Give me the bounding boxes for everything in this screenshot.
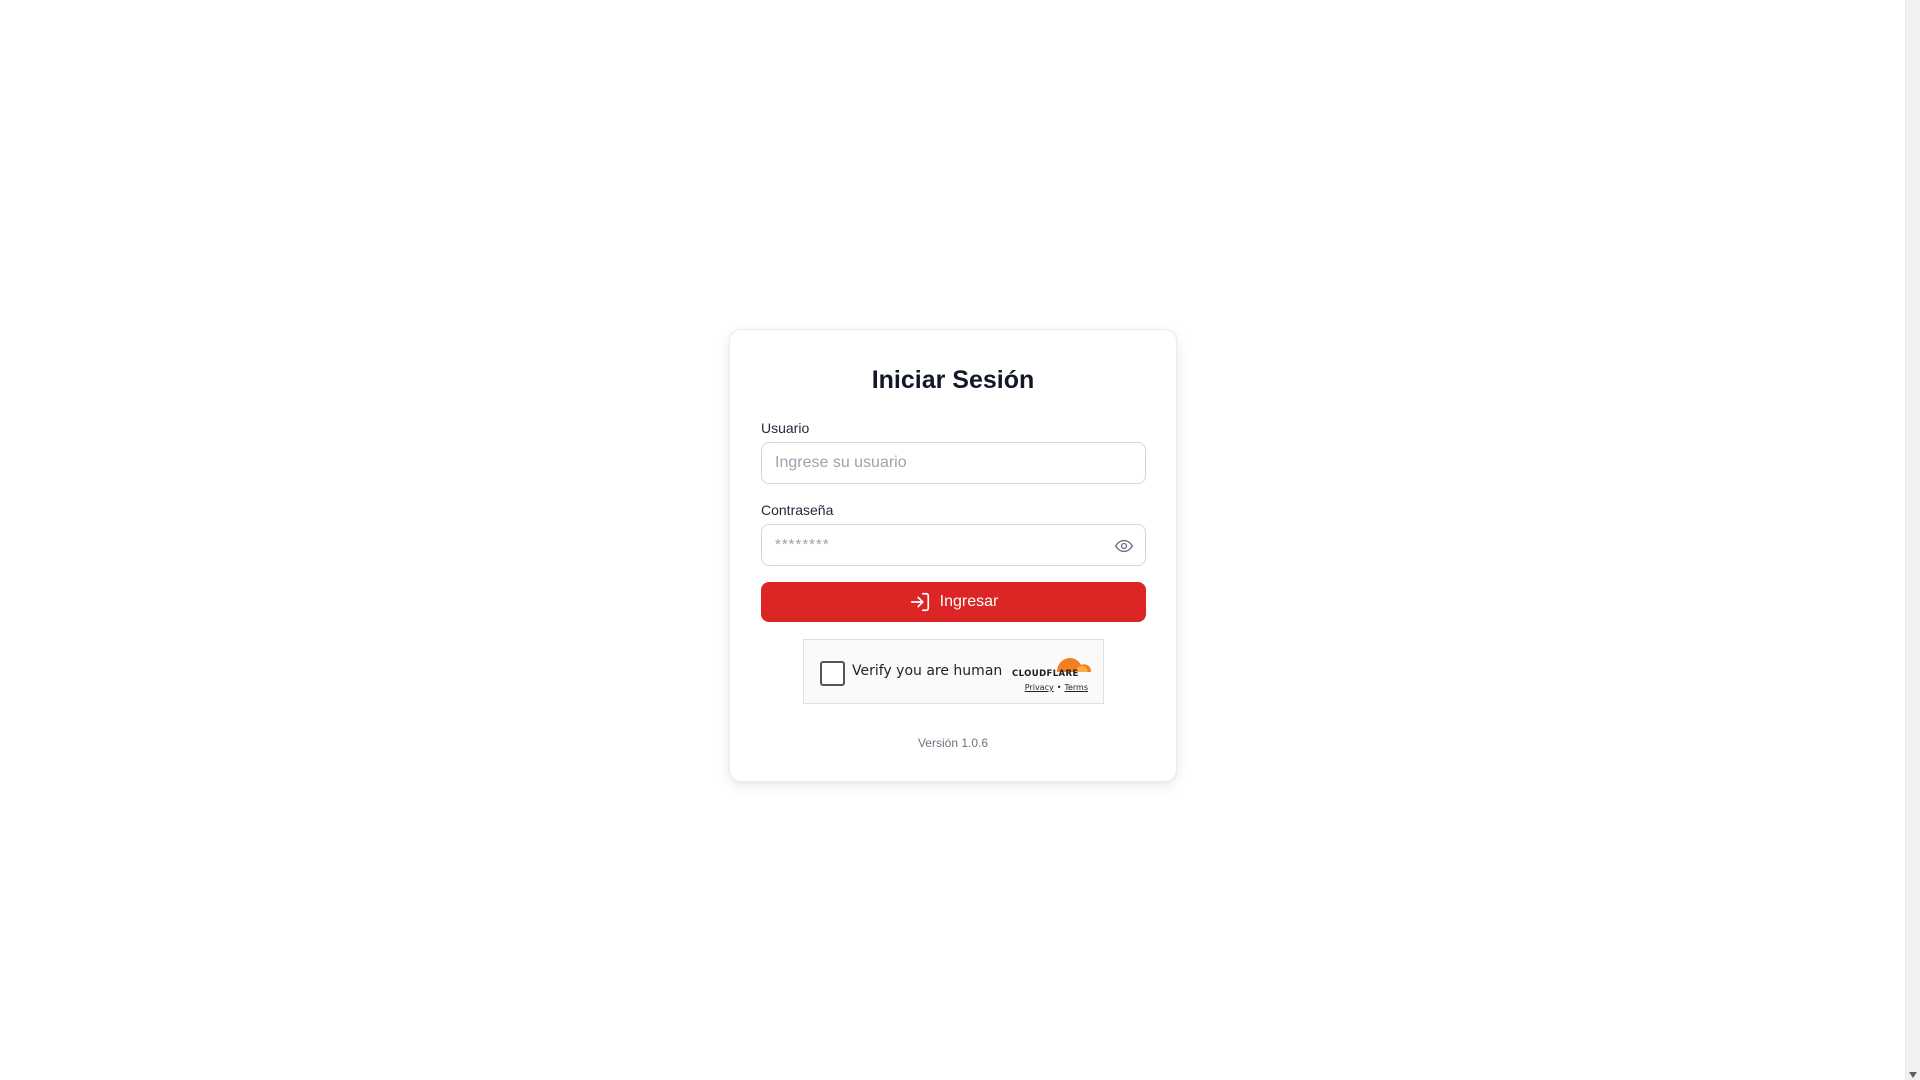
vertical-scrollbar[interactable] (1905, 0, 1920, 1080)
login-icon (909, 591, 931, 613)
username-field-wrapper (761, 442, 1146, 484)
password-field-wrapper (761, 524, 1146, 566)
scroll-down-arrow-icon[interactable] (1909, 1072, 1917, 1078)
terms-link[interactable]: Terms (1064, 683, 1088, 692)
password-label: Contraseña (761, 502, 834, 518)
captcha-label: Verify you are human (852, 663, 1003, 679)
login-button[interactable]: Ingresar (761, 582, 1146, 622)
captcha-links: Privacy • Terms (1025, 683, 1088, 692)
username-input[interactable] (762, 443, 1145, 483)
login-button-label: Ingresar (939, 593, 999, 610)
captcha-widget: Verify you are human CLOUDFLARE Privacy •… (803, 639, 1104, 704)
page-title: Iniciar Sesión (871, 366, 1035, 394)
cloudflare-wordmark: CLOUDFLARE (1012, 669, 1079, 679)
link-separator: • (1056, 683, 1062, 692)
eye-icon[interactable] (1113, 536, 1135, 556)
captcha-checkbox[interactable] (820, 661, 845, 686)
username-label: Usuario (761, 420, 810, 436)
privacy-link[interactable]: Privacy (1025, 683, 1054, 692)
page: Iniciar Sesión Usuario Contraseña (0, 0, 1905, 1080)
version-text: Versión 1.0.6 (917, 736, 989, 750)
login-card: Iniciar Sesión Usuario Contraseña (729, 329, 1177, 782)
password-input[interactable] (762, 525, 1145, 565)
